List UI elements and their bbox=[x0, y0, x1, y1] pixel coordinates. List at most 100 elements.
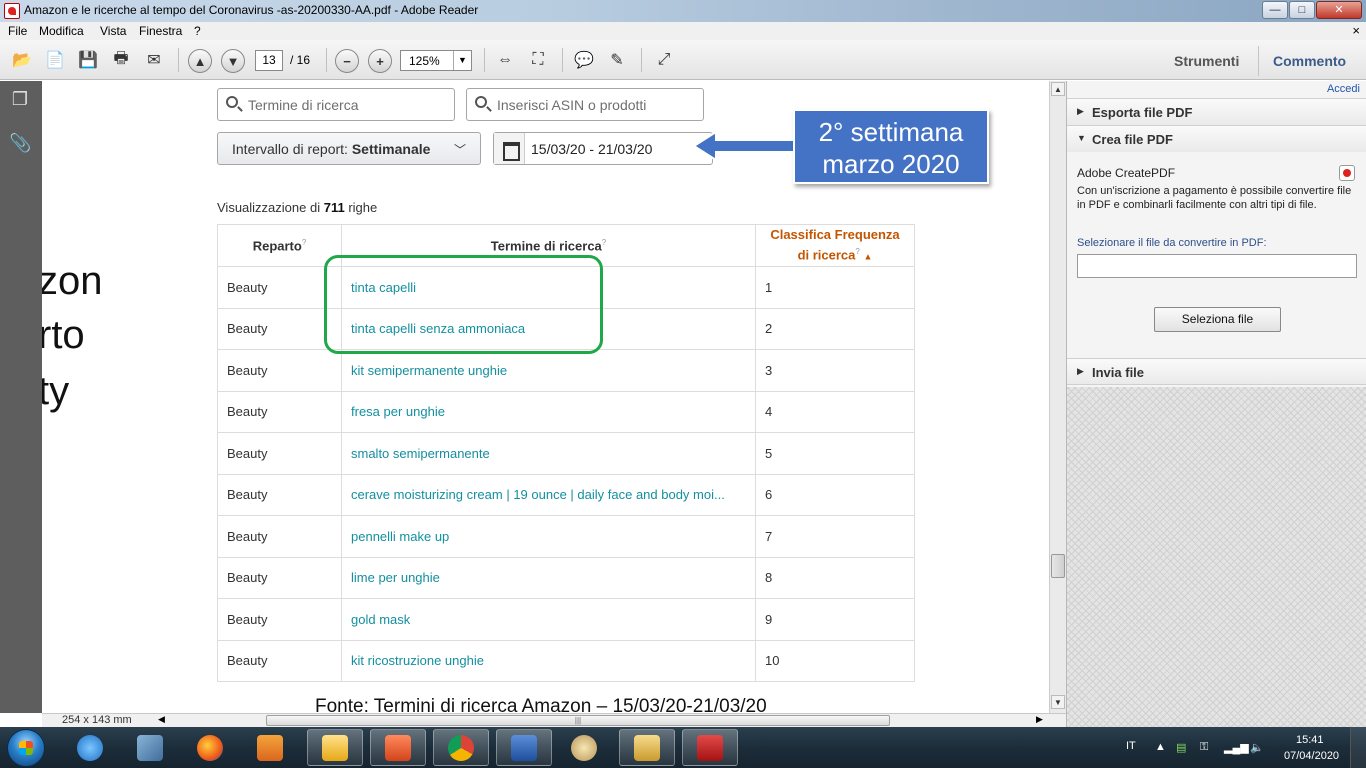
powerpoint-icon[interactable] bbox=[370, 729, 426, 766]
page-number-input[interactable]: 13 bbox=[255, 50, 283, 71]
table-row: Beauty gold mask 9 bbox=[217, 598, 915, 641]
toolbar-separator bbox=[178, 48, 179, 72]
scrollbar-thumb[interactable] bbox=[1051, 554, 1065, 578]
internet-explorer-icon[interactable] bbox=[62, 729, 118, 766]
section-export-pdf[interactable]: ▶ Esporta file PDF bbox=[1067, 98, 1366, 125]
cell-search-term-link[interactable]: smalto semipermanente bbox=[341, 432, 756, 475]
tab-commento[interactable]: Commento bbox=[1273, 53, 1346, 69]
collapsed-triangle-icon: ▶ bbox=[1077, 366, 1084, 376]
cell-search-term-link[interactable]: lime per unghie bbox=[341, 557, 756, 599]
sign-in-link[interactable]: Accedi bbox=[1327, 83, 1360, 95]
menu-modifica[interactable]: Modifica bbox=[39, 24, 84, 38]
cell-search-term-link[interactable]: kit ricostruzione unghie bbox=[341, 640, 756, 682]
menu-file[interactable]: File bbox=[8, 24, 27, 38]
maximize-button[interactable]: □ bbox=[1289, 1, 1315, 19]
zoom-out-icon[interactable]: − bbox=[335, 49, 359, 73]
network-signal-icon[interactable]: ▂▄▆ bbox=[1224, 741, 1249, 754]
volume-muted-icon[interactable]: 🔈 bbox=[1250, 741, 1264, 754]
section-label: Crea file PDF bbox=[1092, 132, 1173, 147]
photo-gallery-icon[interactable] bbox=[122, 729, 178, 766]
cell-search-term-link[interactable]: pennelli make up bbox=[341, 515, 756, 558]
paint-icon[interactable] bbox=[556, 729, 612, 766]
chevron-down-icon[interactable]: ▼ bbox=[453, 51, 471, 70]
vertical-scrollbar[interactable]: ▲ ▼ bbox=[1049, 81, 1066, 713]
calendar-icon[interactable] bbox=[494, 133, 525, 164]
date-range-picker[interactable]: 15/03/20 - 21/03/20 bbox=[493, 132, 713, 165]
section-send-file[interactable]: ▶ Invia file bbox=[1067, 358, 1366, 385]
tab-strumenti[interactable]: Strumenti bbox=[1174, 53, 1239, 69]
report-interval-dropdown[interactable]: Intervallo di report: Settimanale ﹀ bbox=[217, 132, 481, 165]
open-file-icon[interactable]: 📂 bbox=[10, 48, 34, 72]
navigation-pane: ❐ 📎 bbox=[0, 81, 42, 713]
fit-page-icon[interactable]: ⛶ bbox=[526, 48, 550, 72]
fit-width-icon[interactable]: ⇔ bbox=[493, 48, 517, 72]
pages-panel-icon[interactable]: ❐ bbox=[9, 89, 31, 111]
column-header-rank[interactable]: Classifica Frequenza di ricerca? ▲ bbox=[755, 224, 915, 267]
file-explorer-icon[interactable] bbox=[619, 729, 675, 766]
create-pdf-icon[interactable]: 📄 bbox=[43, 48, 67, 72]
fullscreen-icon[interactable]: ⤢ bbox=[652, 48, 676, 72]
email-icon[interactable]: ✉ bbox=[142, 48, 166, 72]
adobe-reader-taskbar-icon[interactable] bbox=[682, 729, 738, 766]
horizontal-scrollbar[interactable]: ||| bbox=[266, 715, 890, 726]
clock-time[interactable]: 15:41 bbox=[1296, 734, 1324, 746]
adobe-reader-icon bbox=[4, 3, 20, 19]
media-player-icon[interactable] bbox=[242, 729, 298, 766]
minimize-button[interactable]: — bbox=[1262, 1, 1288, 19]
cell-search-term-link[interactable]: kit semipermanente unghie bbox=[341, 349, 756, 392]
zoom-value: 125% bbox=[409, 54, 440, 68]
help-icon: ? bbox=[855, 246, 860, 256]
menu-finestra[interactable]: Finestra bbox=[139, 24, 182, 38]
highlight-icon[interactable]: ✎ bbox=[605, 48, 629, 72]
start-button[interactable] bbox=[7, 729, 45, 767]
clock-date[interactable]: 07/04/2020 bbox=[1284, 750, 1339, 762]
save-icon[interactable]: 💾 bbox=[76, 48, 100, 72]
select-file-button[interactable]: Seleziona file bbox=[1154, 307, 1281, 332]
zoom-select[interactable]: 125% ▼ bbox=[400, 50, 472, 71]
zoom-in-icon[interactable]: + bbox=[368, 49, 392, 73]
file-path-input[interactable] bbox=[1077, 254, 1357, 278]
comment-icon[interactable]: 💬 bbox=[572, 48, 596, 72]
menu-help[interactable]: ? bbox=[194, 24, 201, 38]
previous-page-icon[interactable]: ▲ bbox=[188, 49, 212, 73]
show-hidden-icons-icon[interactable]: ▲ bbox=[1155, 741, 1166, 753]
menu-bar: File Modifica Vista Finestra ? × bbox=[0, 22, 1366, 40]
toolbar-separator bbox=[641, 48, 642, 72]
word-icon[interactable] bbox=[496, 729, 552, 766]
document-close-icon[interactable]: × bbox=[1352, 23, 1360, 38]
language-indicator[interactable]: IT bbox=[1126, 740, 1136, 752]
close-button[interactable]: ✕ bbox=[1316, 1, 1362, 19]
cell-rank: 2 bbox=[755, 308, 915, 350]
cell-department: Beauty bbox=[217, 391, 342, 433]
asin-search-input[interactable]: Inserisci ASIN o prodotti bbox=[466, 88, 704, 121]
cell-search-term-link[interactable]: fresa per unghie bbox=[341, 391, 756, 433]
scroll-right-icon[interactable]: ▶ bbox=[1036, 714, 1043, 725]
menu-vista[interactable]: Vista bbox=[100, 24, 126, 38]
cell-rank: 8 bbox=[755, 557, 915, 599]
firefox-icon[interactable] bbox=[182, 729, 238, 766]
scroll-left-icon[interactable]: ◀ bbox=[158, 714, 165, 725]
search-term-input[interactable]: Termine di ricerca bbox=[217, 88, 455, 121]
show-desktop-button[interactable] bbox=[1350, 727, 1366, 768]
cell-rank: 5 bbox=[755, 432, 915, 475]
cell-search-term-link[interactable]: gold mask bbox=[341, 598, 756, 641]
next-page-icon[interactable]: ▼ bbox=[221, 49, 245, 73]
cell-search-term-link[interactable]: cerave moisturizing cream | 19 ounce | d… bbox=[341, 474, 756, 516]
scroll-down-icon[interactable]: ▼ bbox=[1051, 695, 1065, 709]
column-header-department[interactable]: Reparto? bbox=[217, 224, 342, 267]
createpdf-icon[interactable] bbox=[1339, 165, 1355, 181]
toolbar: 📂 📄 💾 🖶 ✉ ▲ ▼ 13 / 16 − + 125% ▼ ⇔ ⛶ 💬 ✎… bbox=[0, 40, 1366, 80]
outlook-icon[interactable] bbox=[307, 729, 363, 766]
expanded-triangle-icon: ▼ bbox=[1077, 133, 1086, 143]
print-icon[interactable]: 🖶 bbox=[109, 48, 133, 72]
section-create-pdf[interactable]: ▼ Crea file PDF bbox=[1067, 125, 1366, 152]
scroll-up-icon[interactable]: ▲ bbox=[1051, 82, 1065, 96]
usb-icon[interactable]: ⚿ bbox=[1200, 741, 1208, 754]
sync-icon[interactable]: ▤ bbox=[1176, 741, 1186, 754]
chrome-icon[interactable] bbox=[433, 729, 489, 766]
tab-divider bbox=[1258, 46, 1259, 76]
select-file-label: Selezionare il file da convertire in PDF… bbox=[1077, 237, 1267, 249]
cell-department: Beauty bbox=[217, 349, 342, 392]
cell-rank: 9 bbox=[755, 598, 915, 641]
attachments-icon[interactable]: 📎 bbox=[9, 133, 31, 155]
